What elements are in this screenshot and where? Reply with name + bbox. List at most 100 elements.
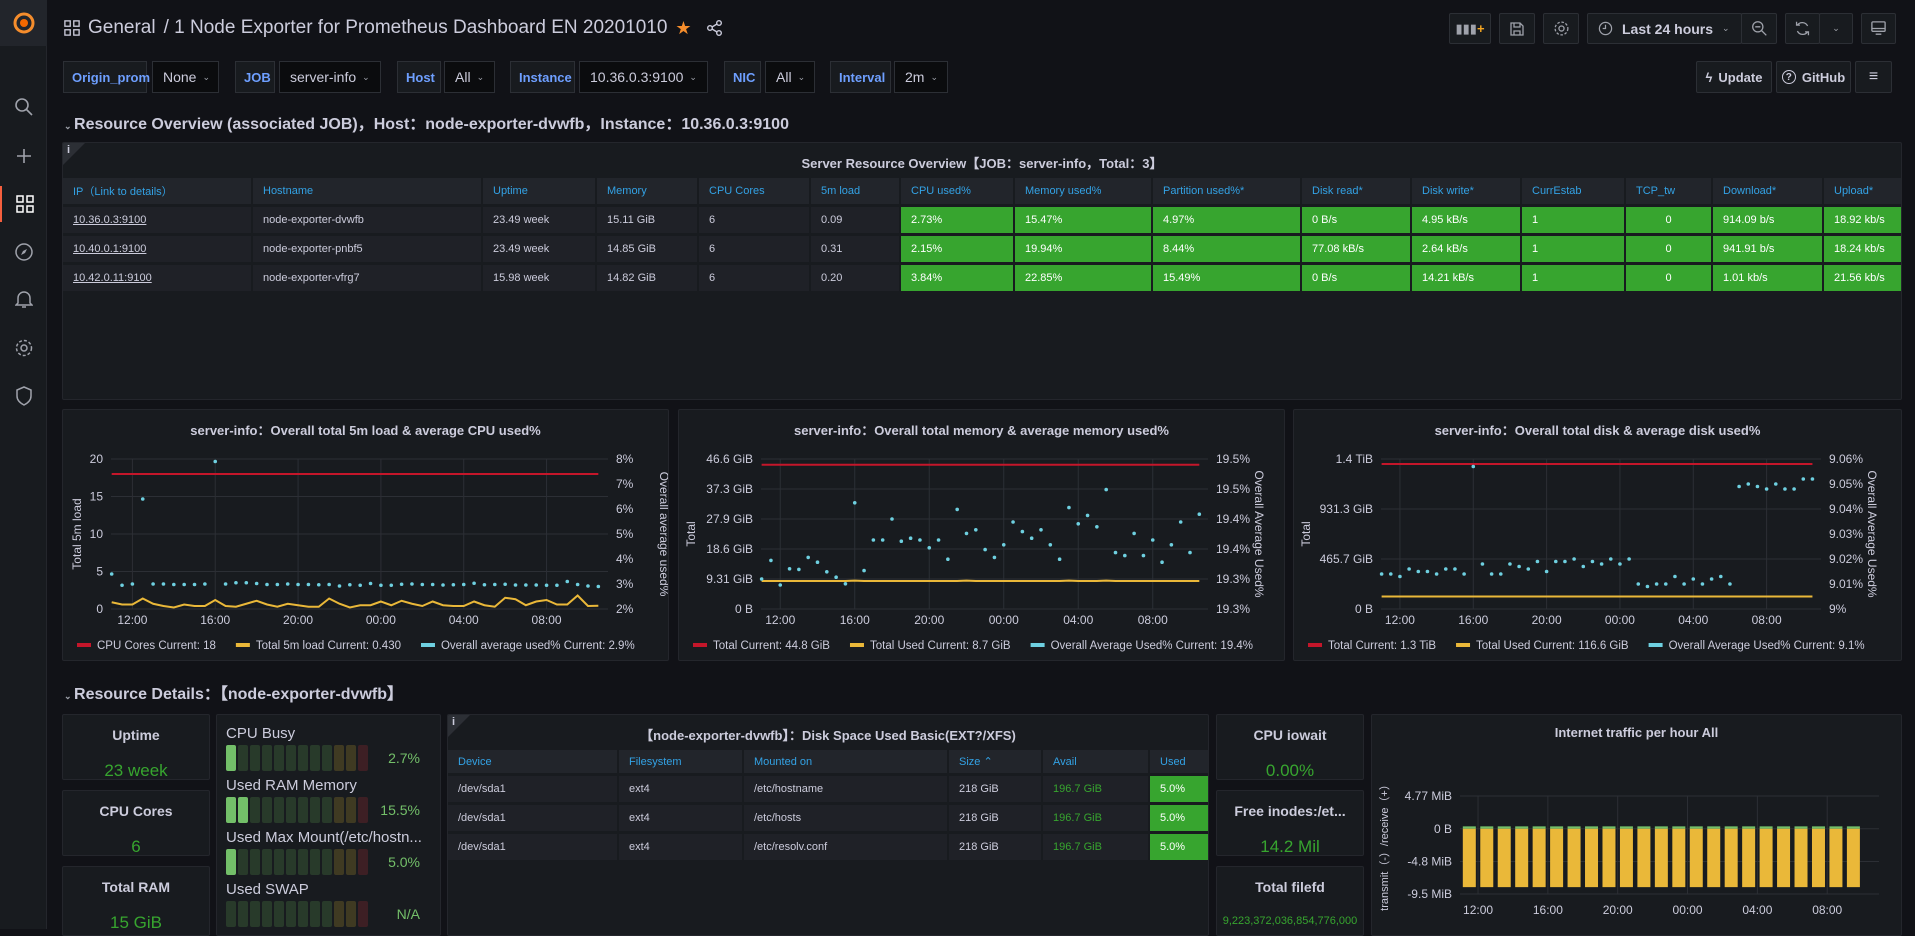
column-header[interactable]: IP（Link to details） <box>63 178 251 204</box>
bar-transmit <box>1568 829 1581 887</box>
column-header[interactable]: CPU used% <box>901 178 1013 204</box>
search-icon[interactable] <box>0 89 47 125</box>
shield-icon[interactable] <box>0 378 47 414</box>
stat-title[interactable]: Free inodes:/et... <box>1217 803 1363 819</box>
column-header[interactable]: Disk write* <box>1412 178 1520 204</box>
column-header[interactable]: Download* <box>1713 178 1822 204</box>
update-link-button[interactable]: ϟUpdate <box>1696 61 1772 93</box>
stat-title[interactable]: Total filefd <box>1217 879 1363 895</box>
variable-select-host[interactable]: All⌄ <box>444 61 495 93</box>
refresh-interval-dropdown[interactable]: ⌄ <box>1819 13 1853 44</box>
data-point <box>1076 522 1080 526</box>
column-header[interactable]: Hostname <box>253 178 481 204</box>
column-header[interactable]: Memory <box>597 178 697 204</box>
bar-gauge-segment <box>238 849 248 875</box>
column-header[interactable]: CurrEstab <box>1522 178 1624 204</box>
gear-icon[interactable] <box>0 330 47 366</box>
column-header[interactable]: Upload* <box>1824 178 1902 204</box>
server-table: IP（Link to details）HostnameUptimeMemoryC… <box>62 175 1902 294</box>
data-point <box>597 585 601 589</box>
data-point <box>338 584 342 588</box>
data-point <box>778 583 782 587</box>
data-point <box>1618 562 1622 566</box>
grafana-logo-icon[interactable] <box>0 0 47 46</box>
data-point <box>1792 487 1796 491</box>
table-cell: 0 <box>1626 207 1711 233</box>
bar-receive <box>1637 826 1650 828</box>
column-header[interactable]: Partition used%* <box>1153 178 1300 204</box>
question-circle-icon: ? <box>1782 70 1796 84</box>
column-header[interactable]: TCP_tw <box>1626 178 1711 204</box>
dashboards-icon[interactable] <box>0 186 47 222</box>
share-icon[interactable] <box>706 19 724 37</box>
data-point <box>1536 560 1540 564</box>
variable-select-job[interactable]: server-info⌄ <box>279 61 381 93</box>
inodes-stat-panel: Free inodes:/et...14.2 Mil <box>1216 790 1364 856</box>
time-picker-button[interactable]: Last 24 hours ⌄ <box>1587 13 1742 44</box>
panel-title[interactable]: 【node-exporter-dvwfb】：Disk Space Used Ba… <box>448 725 1208 744</box>
github-link-button[interactable]: ?GitHub <box>1776 61 1851 93</box>
instance-link[interactable]: 10.36.0.3:9100 <box>63 207 251 233</box>
column-header[interactable]: Filesystem <box>619 750 742 773</box>
stat-title[interactable]: Total RAM <box>63 879 209 895</box>
refresh-button[interactable] <box>1785 13 1820 44</box>
bar-gauge-segment <box>286 745 296 771</box>
table-row: /dev/sda1ext4/etc/hosts218 GiB196.7 GiB5… <box>448 805 1209 831</box>
column-header[interactable]: 5m load <box>811 178 899 204</box>
table-cell: 4.95 kB/s <box>1412 207 1520 233</box>
table-cell: 0 B/s <box>1302 265 1410 291</box>
data-point <box>286 582 290 586</box>
data-point <box>1682 582 1686 586</box>
dashboard-settings-button[interactable] <box>1543 13 1579 44</box>
table-cell: 941.91 b/s <box>1713 236 1822 262</box>
y-tick-label: 0 B <box>1434 822 1452 836</box>
bar-gauge-value: 2.7% <box>388 750 420 766</box>
star-icon[interactable]: ★ <box>675 18 691 39</box>
add-panel-button[interactable]: ▮▮▮+ <box>1449 13 1491 44</box>
table-cell: 19.94% <box>1015 236 1151 262</box>
compass-icon[interactable] <box>0 234 47 270</box>
panel-title[interactable]: Server Resource Overview【JOB：server-info… <box>63 153 1901 172</box>
breadcrumb-folder[interactable]: General <box>88 17 156 39</box>
plus-icon[interactable] <box>0 138 47 174</box>
table-cell: 77.08 kB/s <box>1302 236 1410 262</box>
page-title[interactable]: / 1 Node Exporter for Prometheus Dashboa… <box>164 17 668 39</box>
column-header[interactable]: Memory used% <box>1015 178 1151 204</box>
x-tick-label: 16:00 <box>1458 613 1488 627</box>
x-tick-label: 08:00 <box>1138 613 1168 627</box>
legend-swatch <box>1308 643 1322 647</box>
column-header[interactable]: Disk read* <box>1302 178 1410 204</box>
legend-swatch <box>421 643 435 647</box>
data-point <box>1554 560 1558 564</box>
variable-select-interval[interactable]: 2m⌄ <box>894 61 948 93</box>
y-tick-label: 15 <box>90 490 104 504</box>
data-point <box>1545 570 1549 574</box>
bar-receive <box>1777 826 1790 828</box>
column-header[interactable]: Avail <box>1043 750 1148 773</box>
row-resource-details[interactable]: ⌄ Resource Details：【node-exporter-dvwfb】 <box>64 680 403 704</box>
data-point <box>1783 487 1787 491</box>
column-header[interactable]: Uptime <box>483 178 595 204</box>
bell-icon[interactable] <box>0 281 47 317</box>
column-header[interactable]: Device <box>448 750 617 773</box>
stat-title[interactable]: CPU Cores <box>63 803 209 819</box>
column-header[interactable]: Used <box>1150 750 1209 773</box>
column-header[interactable]: Size ⌃ <box>949 750 1041 773</box>
instance-link[interactable]: 10.42.0.11:9100 <box>63 265 251 291</box>
row-resource-overview[interactable]: ⌄ Resource Overview (associated JOB)，Hos… <box>64 110 789 134</box>
column-header[interactable]: CPU Cores <box>699 178 809 204</box>
stat-title[interactable]: CPU iowait <box>1217 727 1363 743</box>
table-cell: 218 GiB <box>949 834 1041 860</box>
tv-mode-button[interactable] <box>1861 13 1896 44</box>
instance-link[interactable]: 10.40.0.1:9100 <box>63 236 251 262</box>
variable-select-nic[interactable]: All⌄ <box>765 61 815 93</box>
column-header[interactable]: Mounted on <box>744 750 947 773</box>
x-tick-label: 16:00 <box>1533 903 1563 917</box>
zoom-out-button[interactable] <box>1741 13 1777 44</box>
variable-select-instance[interactable]: 10.36.0.3:9100⌄ <box>579 61 708 93</box>
stat-title[interactable]: Uptime <box>63 727 209 743</box>
links-menu-button[interactable]: ≡ <box>1855 61 1892 93</box>
save-dashboard-button[interactable] <box>1499 13 1535 44</box>
variable-select-origin-prom[interactable]: None⌄ <box>152 61 219 93</box>
data-point <box>462 583 466 587</box>
